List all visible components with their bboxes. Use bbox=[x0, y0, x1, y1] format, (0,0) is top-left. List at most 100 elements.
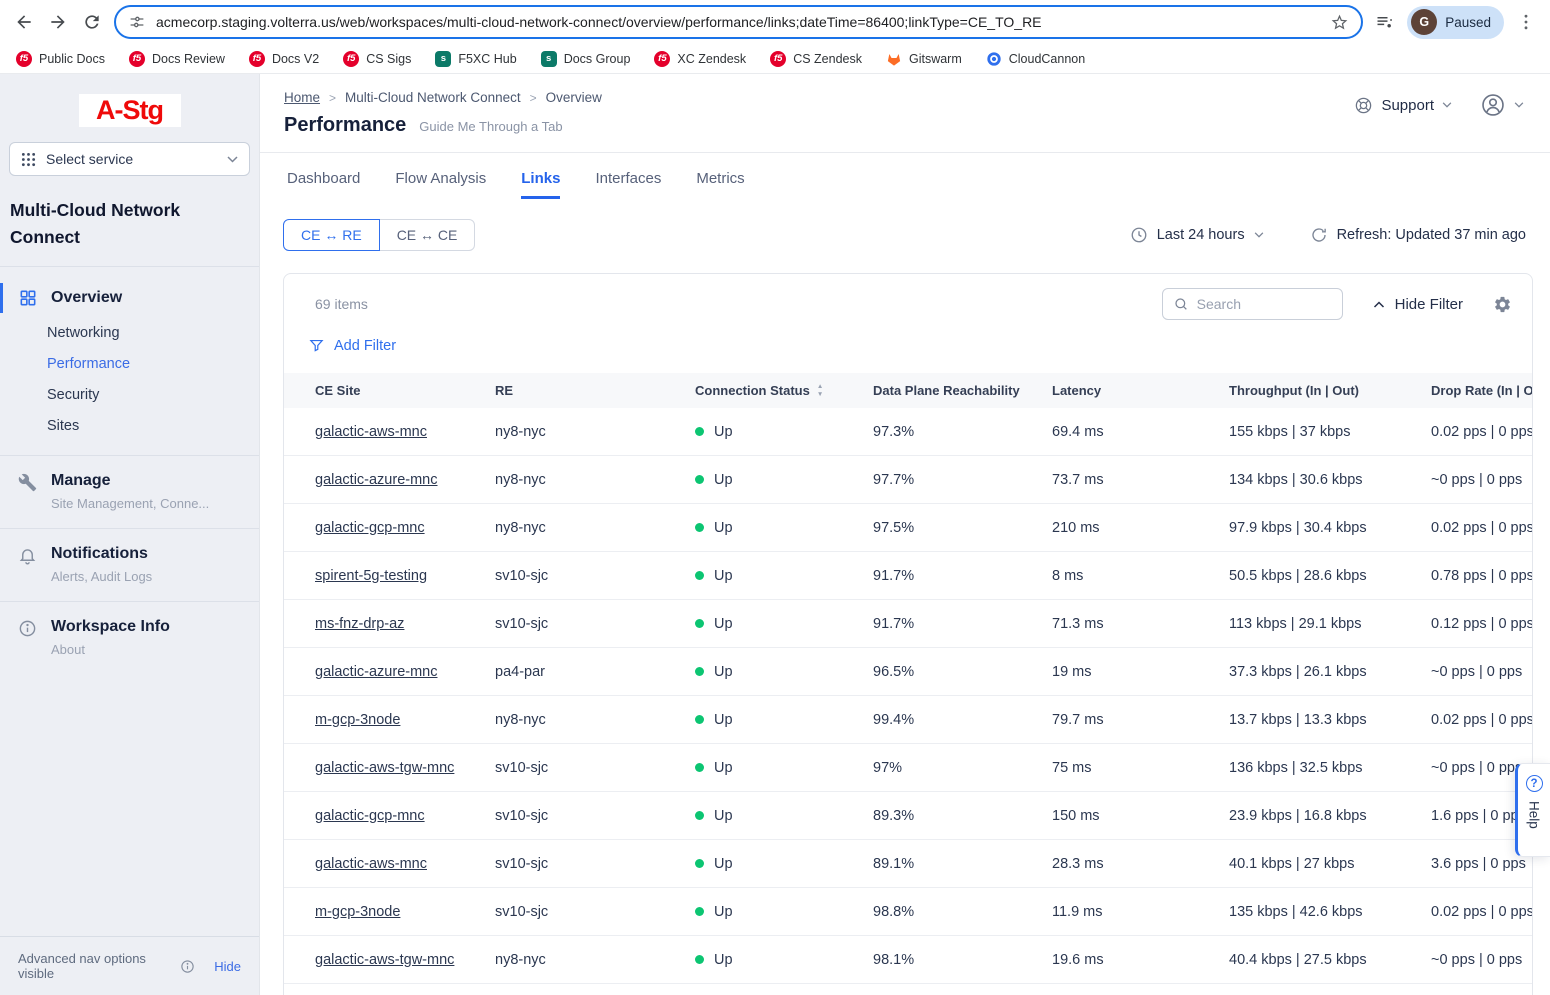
hide-nav-link[interactable]: Hide bbox=[214, 959, 241, 974]
bookmark-docs-review[interactable]: f5Docs Review bbox=[129, 51, 225, 67]
sort-icon[interactable]: ▲▼ bbox=[817, 383, 823, 398]
back-icon[interactable] bbox=[12, 10, 36, 34]
ce-site-link[interactable]: spirent-5g-testing bbox=[315, 568, 427, 584]
chevron-down-icon bbox=[1514, 102, 1524, 108]
add-filter-button[interactable]: Add Filter bbox=[308, 337, 396, 354]
sidebar-item-security[interactable]: Security bbox=[0, 380, 259, 411]
latency-cell: 75 ms bbox=[1052, 760, 1229, 776]
page-subtitle[interactable]: Guide Me Through a Tab bbox=[419, 119, 562, 134]
search-input[interactable] bbox=[1197, 296, 1332, 312]
table-settings-gear-icon[interactable] bbox=[1493, 295, 1512, 314]
connection-status-cell: Up bbox=[695, 856, 873, 872]
re-cell: sv10-sjc bbox=[495, 856, 695, 872]
column-header-ce-site[interactable]: CE Site bbox=[315, 383, 495, 398]
bookmark-cs-zendesk[interactable]: f5CS Zendesk bbox=[770, 51, 862, 67]
toggle-ce-re[interactable]: CE ↔ RE bbox=[283, 219, 380, 251]
url-text[interactable]: acmecorp.staging.volterra.us/web/workspa… bbox=[156, 14, 1320, 30]
time-range-select[interactable]: Last 24 hours bbox=[1130, 226, 1264, 244]
tab-interfaces[interactable]: Interfaces bbox=[595, 170, 661, 199]
service-selector[interactable]: Select service bbox=[9, 142, 250, 176]
drop-rate-cell: 0.78 pps | 0 pps bbox=[1431, 568, 1532, 584]
throughput-cell: 113 kbps | 29.1 kbps bbox=[1229, 616, 1431, 632]
column-header-latency[interactable]: Latency bbox=[1052, 383, 1229, 398]
re-cell: sv10-sjc bbox=[495, 808, 695, 824]
support-menu[interactable]: Support bbox=[1354, 96, 1452, 115]
sidebar-item-performance[interactable]: Performance bbox=[0, 349, 259, 380]
column-header-re[interactable]: RE bbox=[495, 383, 695, 398]
sidebar-item-workspace-info[interactable]: Workspace InfoAbout bbox=[0, 601, 259, 674]
bookmark-gitswarm[interactable]: Gitswarm bbox=[886, 51, 962, 67]
ce-site-link[interactable]: ms-fnz-drp-az bbox=[315, 616, 404, 632]
sidebar-item-notifications[interactable]: NotificationsAlerts, Audit Logs bbox=[0, 528, 259, 601]
table-row: spirent-5g-testingsv10-sjcUp91.7%8 ms50.… bbox=[284, 552, 1532, 600]
wrench-icon bbox=[18, 472, 38, 511]
ce-site-link[interactable]: galactic-gcp-mnc bbox=[315, 808, 425, 824]
forward-icon[interactable] bbox=[46, 10, 70, 34]
media-controls-icon[interactable] bbox=[1373, 10, 1397, 34]
breadcrumb-multi-cloud-network-connect[interactable]: Multi-Cloud Network Connect bbox=[345, 90, 521, 105]
tab-dashboard[interactable]: Dashboard bbox=[287, 170, 360, 199]
bookmark-star-icon[interactable] bbox=[1330, 13, 1349, 32]
table-body: galactic-aws-mncny8-nycUp97.3%69.4 ms155… bbox=[284, 408, 1532, 984]
ce-site-link[interactable]: galactic-gcp-mnc bbox=[315, 520, 425, 536]
throughput-cell: 97.9 kbps | 30.4 kbps bbox=[1229, 520, 1431, 536]
re-cell: sv10-sjc bbox=[495, 904, 695, 920]
tab-flow-analysis[interactable]: Flow Analysis bbox=[395, 170, 486, 199]
column-header-throughput-in-out[interactable]: Throughput (In | Out) bbox=[1229, 383, 1431, 398]
column-header-connection-status[interactable]: Connection Status▲▼ bbox=[695, 383, 873, 398]
sidebar-item-sites[interactable]: Sites bbox=[0, 411, 259, 442]
brand-logo[interactable]: A-Stg bbox=[79, 94, 181, 127]
bookmark-cs-sigs[interactable]: f5CS Sigs bbox=[343, 51, 411, 67]
toggle-ce-ce[interactable]: CE ↔ CE bbox=[379, 219, 476, 251]
search-box[interactable] bbox=[1162, 288, 1343, 320]
bookmarks-bar: f5Public Docs f5Docs Review f5Docs V2 f5CS … bbox=[0, 44, 1550, 74]
sidebar-overview-label: Overview bbox=[51, 289, 122, 307]
sidebar-item-manage[interactable]: ManageSite Management, Conne... bbox=[0, 455, 259, 528]
throughput-cell: 135 kbps | 42.6 kbps bbox=[1229, 904, 1431, 920]
ce-site-link[interactable]: m-gcp-3node bbox=[315, 904, 400, 920]
re-cell: ny8-nyc bbox=[495, 520, 695, 536]
bookmark-docs-group[interactable]: sDocs Group bbox=[541, 51, 631, 67]
add-filter-label: Add Filter bbox=[334, 338, 396, 354]
ce-site-link[interactable]: galactic-aws-tgw-mnc bbox=[315, 952, 454, 968]
sidebar-item-overview[interactable]: Overview bbox=[0, 281, 259, 315]
bookmark-f5xc-hub[interactable]: sF5XC Hub bbox=[435, 51, 516, 67]
bookmark-xc-zendesk[interactable]: f5XC Zendesk bbox=[654, 51, 746, 67]
hide-filter-button[interactable]: Hide Filter bbox=[1373, 296, 1463, 313]
ce-site-link[interactable]: galactic-aws-tgw-mnc bbox=[315, 760, 454, 776]
ce-site-link[interactable]: m-gcp-3node bbox=[315, 712, 400, 728]
status-up-dot bbox=[695, 859, 704, 868]
ce-site-link[interactable]: galactic-aws-mnc bbox=[315, 856, 427, 872]
browser-menu-icon[interactable] bbox=[1514, 10, 1538, 34]
refresh-button[interactable]: Refresh: Updated 37 min ago bbox=[1310, 226, 1526, 244]
column-header-data-plane-reachability[interactable]: Data Plane Reachability bbox=[873, 383, 1052, 398]
breadcrumb-home[interactable]: Home bbox=[284, 90, 320, 105]
profile-chip[interactable]: G Paused bbox=[1407, 6, 1504, 39]
tab-metrics[interactable]: Metrics bbox=[696, 170, 744, 199]
help-widget[interactable]: ? Help bbox=[1515, 763, 1550, 857]
throughput-cell: 50.5 kbps | 28.6 kbps bbox=[1229, 568, 1431, 584]
throughput-cell: 40.1 kbps | 27 kbps bbox=[1229, 856, 1431, 872]
connection-status-cell: Up bbox=[695, 760, 873, 776]
bookmark-docs-v2[interactable]: f5Docs V2 bbox=[249, 51, 319, 67]
bookmark-public-docs[interactable]: f5Public Docs bbox=[16, 51, 105, 67]
status-up-dot bbox=[695, 619, 704, 628]
ce-site-link[interactable]: galactic-azure-mnc bbox=[315, 472, 438, 488]
latency-cell: 19.6 ms bbox=[1052, 952, 1229, 968]
bookmark-cloudcannon[interactable]: CloudCannon bbox=[986, 51, 1085, 67]
sidebar-item-networking[interactable]: Networking bbox=[0, 318, 259, 349]
drop-rate-cell: 0.02 pps | 0 pps bbox=[1431, 712, 1532, 728]
refresh-icon bbox=[1310, 226, 1328, 244]
site-settings-icon[interactable] bbox=[128, 13, 146, 31]
account-menu[interactable] bbox=[1480, 92, 1524, 118]
table-header-row: CE SiteREConnection Status▲▼Data Plane R… bbox=[284, 373, 1532, 408]
column-header-drop-rate-in-out[interactable]: Drop Rate (In | Out) bbox=[1431, 383, 1532, 398]
tab-links[interactable]: Links bbox=[521, 170, 560, 199]
reload-icon[interactable] bbox=[80, 10, 104, 34]
ce-site-link[interactable]: galactic-azure-mnc bbox=[315, 664, 438, 680]
url-bar[interactable]: acmecorp.staging.volterra.us/web/workspa… bbox=[114, 5, 1363, 39]
connection-status-cell: Up bbox=[695, 952, 873, 968]
ce-site-link[interactable]: galactic-aws-mnc bbox=[315, 424, 427, 440]
table-row: ms-fnz-drp-azsv10-sjcUp91.7%71.3 ms113 k… bbox=[284, 600, 1532, 648]
breadcrumb-overview: Overview bbox=[546, 90, 602, 105]
